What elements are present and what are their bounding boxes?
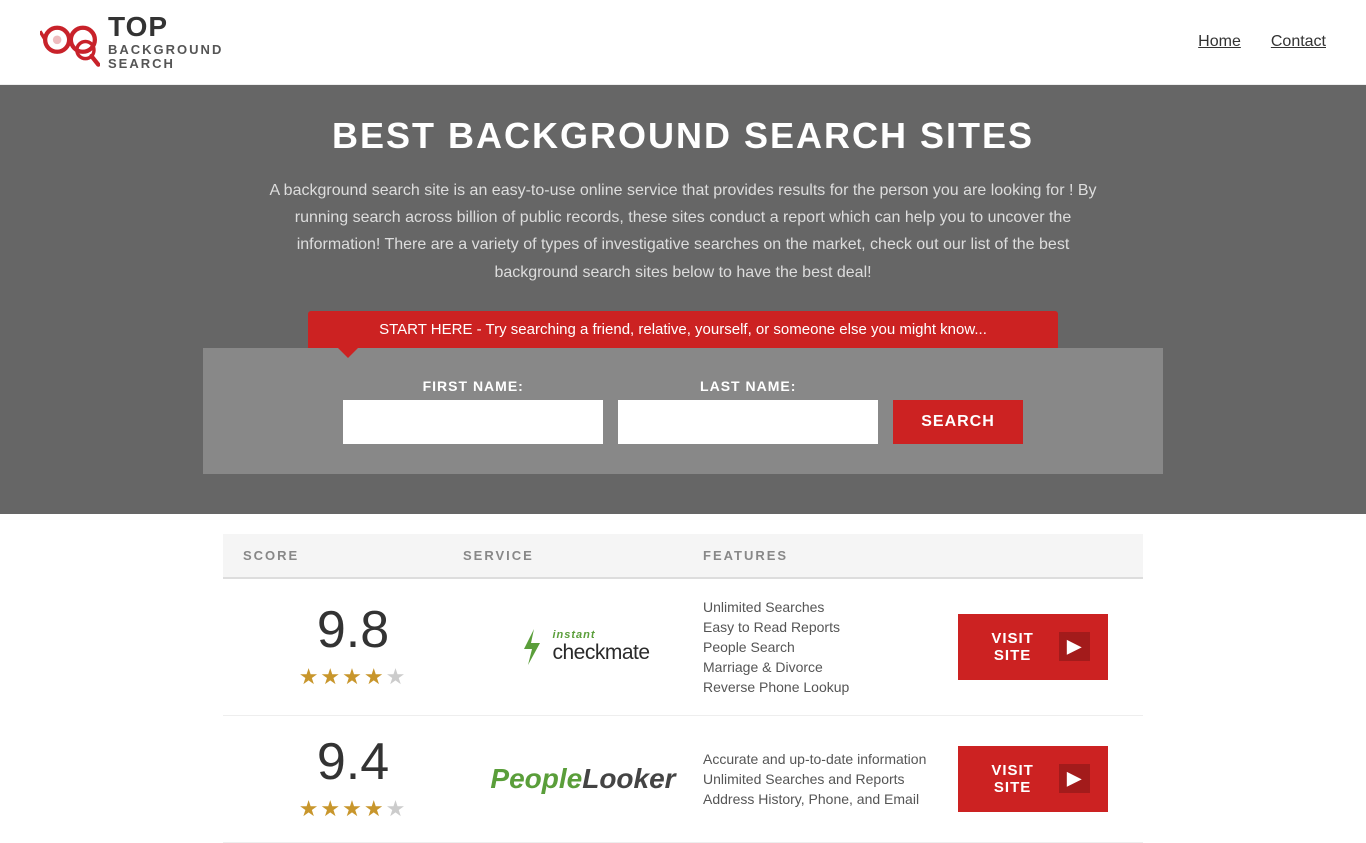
stars-1: ★★★★★ bbox=[243, 664, 463, 690]
logo: TOP BACKGROUNDSEARCH bbox=[40, 12, 223, 71]
last-name-label: LAST NAME: bbox=[618, 378, 878, 394]
feature-item: People Search bbox=[703, 639, 943, 655]
table-row: 9.4 ★★★★★ PeopleLooker Accurate and up-t… bbox=[223, 716, 1143, 843]
feature-item: Easy to Read Reports bbox=[703, 619, 943, 635]
col-score-label: SCORE bbox=[243, 548, 463, 563]
table-row: 9.8 ★★★★★ instant checkmate Unlimited Se… bbox=[223, 579, 1143, 716]
last-name-group: LAST NAME: bbox=[618, 378, 878, 444]
score-number-1: 9.8 bbox=[243, 604, 463, 656]
last-name-input[interactable] bbox=[618, 400, 878, 444]
site-header: TOP BACKGROUNDSEARCH Home Contact bbox=[0, 0, 1366, 85]
search-form-wrapper: FIRST NAME: LAST NAME: SEARCH bbox=[203, 348, 1163, 474]
feature-item: Reverse Phone Lookup bbox=[703, 679, 943, 695]
table-header: SCORE SERVICE FEATURES bbox=[223, 534, 1143, 579]
features-block-1: Unlimited Searches Easy to Read Reports … bbox=[703, 599, 943, 695]
hero-section: BEST BACKGROUND SEARCH SITES A backgroun… bbox=[0, 85, 1366, 514]
main-nav: Home Contact bbox=[1198, 33, 1326, 51]
hero-description: A background search site is an easy-to-u… bbox=[253, 177, 1113, 286]
score-number-2: 9.4 bbox=[243, 736, 463, 788]
search-form: FIRST NAME: LAST NAME: SEARCH bbox=[223, 378, 1143, 444]
logo-icon bbox=[40, 14, 100, 69]
first-name-label: FIRST NAME: bbox=[343, 378, 603, 394]
features-block-2: Accurate and up-to-date information Unli… bbox=[703, 751, 943, 807]
visit-site-button-1[interactable]: VISIT SITE ▶ bbox=[958, 614, 1108, 680]
checkmate-text: checkmate bbox=[552, 641, 649, 664]
score-block-1: 9.8 ★★★★★ bbox=[243, 604, 463, 690]
col-service-label: SERVICE bbox=[463, 548, 703, 563]
nav-contact[interactable]: Contact bbox=[1271, 33, 1326, 51]
logo-bottom-text: BACKGROUNDSEARCH bbox=[108, 43, 223, 72]
nav-home[interactable]: Home bbox=[1198, 33, 1241, 51]
hero-title: BEST BACKGROUND SEARCH SITES bbox=[20, 115, 1346, 157]
feature-item: Accurate and up-to-date information bbox=[703, 751, 943, 767]
first-name-group: FIRST NAME: bbox=[343, 378, 603, 444]
visit-site-button-2[interactable]: VISIT SITE ▶ bbox=[958, 746, 1108, 812]
search-callout: START HERE - Try searching a friend, rel… bbox=[308, 311, 1058, 348]
visit-col-2: VISIT SITE ▶ bbox=[943, 746, 1123, 812]
service-logo-1: instant checkmate bbox=[463, 629, 703, 665]
first-name-input[interactable] bbox=[343, 400, 603, 444]
visit-col-1: VISIT SITE ▶ bbox=[943, 614, 1123, 680]
logo-top-text: TOP bbox=[108, 12, 223, 43]
feature-item: Address History, Phone, and Email bbox=[703, 791, 943, 807]
feature-item: Marriage & Divorce bbox=[703, 659, 943, 675]
instant-text: instant bbox=[552, 629, 649, 641]
feature-item: Unlimited Searches and Reports bbox=[703, 771, 943, 787]
score-block-2: 9.4 ★★★★★ bbox=[243, 736, 463, 822]
col-action-label bbox=[943, 548, 1123, 563]
feature-item: Unlimited Searches bbox=[703, 599, 943, 615]
arrow-icon: ▶ bbox=[1059, 632, 1090, 661]
arrow-icon: ▶ bbox=[1059, 764, 1090, 793]
stars-2: ★★★★★ bbox=[243, 796, 463, 822]
col-features-label: FEATURES bbox=[703, 548, 943, 563]
results-section: SCORE SERVICE FEATURES 9.8 ★★★★★ instant… bbox=[203, 534, 1163, 843]
checkmate-icon bbox=[516, 629, 546, 665]
search-button[interactable]: SEARCH bbox=[893, 400, 1023, 444]
logo-text: TOP BACKGROUNDSEARCH bbox=[108, 12, 223, 71]
